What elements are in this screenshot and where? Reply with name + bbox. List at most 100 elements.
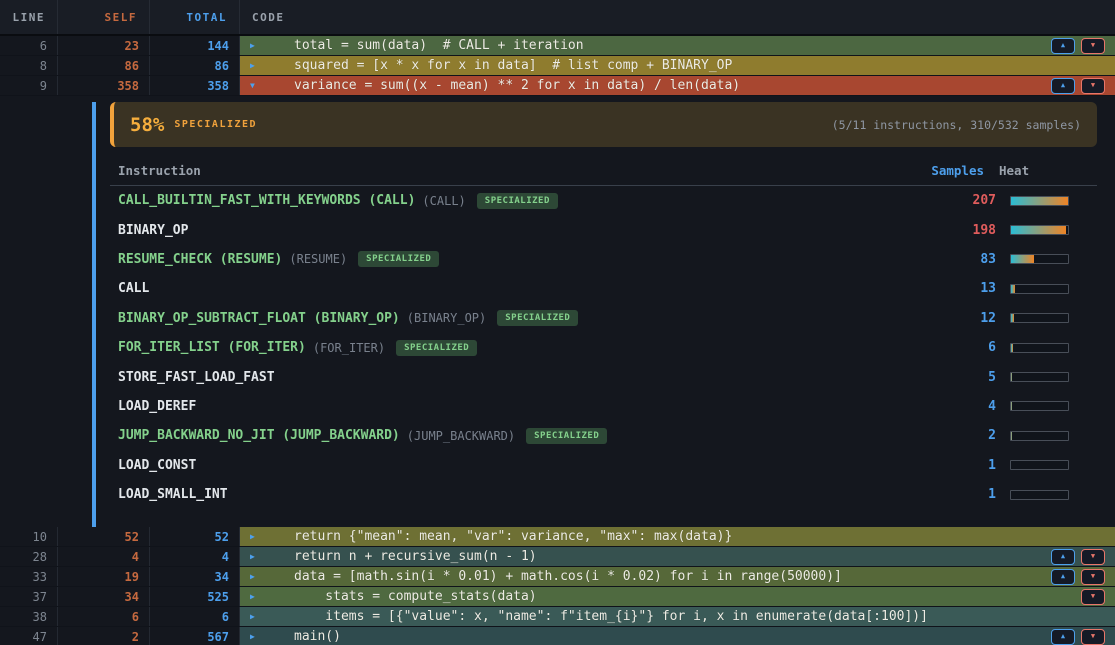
code-line-row: 37 34 525 ▶ stats = compute_stats(data) … (0, 587, 1115, 607)
line-number: 37 (0, 587, 58, 606)
instruction-name: RESUME_CHECK (RESUME) (118, 252, 282, 267)
column-header-total[interactable]: TOTAL (150, 0, 240, 34)
jump-up-button[interactable]: ▲ (1051, 78, 1075, 94)
heat-bar (1010, 372, 1069, 382)
code-cell: ▶ data = [math.sin(i * 0.01) + math.cos(… (240, 567, 1115, 586)
jump-down-button[interactable]: ▼ (1081, 78, 1105, 94)
code-cell: ▶ total = sum(data) # CALL + iteration ▲… (240, 36, 1115, 55)
heat-column-header[interactable]: Heat (998, 163, 1069, 178)
instruction-name: STORE_FAST_LOAD_FAST (118, 370, 275, 385)
jump-down-button[interactable]: ▼ (1081, 569, 1105, 585)
source-code-text: return n + recursive_sum(n - 1) (294, 549, 537, 564)
expand-toggle-icon[interactable]: ▶ (250, 61, 266, 70)
specialized-badge: SPECIALIZED (526, 428, 607, 444)
instruction-sample-count: 83 (926, 252, 996, 267)
instruction-name-group: FOR_ITER_LIST (FOR_ITER) (FOR_ITER) SPEC… (118, 340, 926, 356)
code-line-row: 8 86 86 ▶ squared = [x * x for x in data… (0, 56, 1115, 76)
column-header-line[interactable]: LINE (0, 0, 58, 34)
instruction-name-group: STORE_FAST_LOAD_FAST (118, 370, 926, 385)
instruction-name-group: JUMP_BACKWARD_NO_JIT (JUMP_BACKWARD) (JU… (118, 428, 926, 444)
row-nav-buttons: ▲ ▼ (1051, 38, 1105, 54)
instruction-sample-count: 1 (926, 458, 996, 473)
self-sample-count: 6 (58, 607, 150, 626)
expand-toggle-icon[interactable]: ▶ (250, 572, 266, 581)
instruction-row: LOAD_DEREF 4 (110, 392, 1097, 421)
jump-down-button[interactable]: ▼ (1081, 549, 1105, 565)
expand-toggle-icon[interactable]: ▶ (250, 532, 266, 541)
jump-up-button[interactable]: ▲ (1051, 38, 1075, 54)
expanded-row-indicator-bar (92, 102, 96, 527)
source-code-text: main() (294, 629, 341, 644)
instruction-row: STORE_FAST_LOAD_FAST 5 (110, 362, 1097, 391)
heat-bar (1010, 254, 1069, 264)
total-sample-count: 567 (150, 627, 240, 645)
instruction-sample-count: 5 (926, 370, 996, 385)
specialized-badge: SPECIALIZED (396, 340, 477, 356)
row-nav-buttons: ▲ ▼ (1051, 569, 1105, 585)
jump-up-button[interactable]: ▲ (1051, 569, 1075, 585)
code-cell: ▶ return {"mean": mean, "var": variance,… (240, 527, 1115, 546)
code-cell: ▶ return n + recursive_sum(n - 1) ▲ ▼ (240, 547, 1115, 566)
base-opcode: (RESUME) (289, 252, 347, 266)
profiler-app: LINE SELF TOTAL CODE 6 23 144 ▶ total = … (0, 0, 1115, 645)
code-cell: ▼ variance = sum((x - mean) ** 2 for x i… (240, 76, 1115, 95)
specialized-label: SPECIALIZED (174, 119, 257, 130)
instruction-rows: CALL_BUILTIN_FAST_WITH_KEYWORDS (CALL) (… (110, 186, 1097, 509)
expand-toggle-icon[interactable]: ▶ (250, 592, 266, 601)
jump-down-button[interactable]: ▼ (1081, 589, 1105, 605)
instruction-name: CALL_BUILTIN_FAST_WITH_KEYWORDS (CALL) (118, 193, 415, 208)
self-sample-count: 2 (58, 627, 150, 645)
line-number: 6 (0, 36, 58, 55)
instruction-name: LOAD_CONST (118, 458, 196, 473)
heat-bar-fill (1011, 432, 1012, 440)
line-number: 28 (0, 547, 58, 566)
total-sample-count: 4 (150, 547, 240, 566)
code-line-row: 10 52 52 ▶ return {"mean": mean, "var": … (0, 527, 1115, 547)
expand-toggle-icon[interactable]: ▶ (250, 41, 266, 50)
specialization-banner: 58% SPECIALIZED (5/11 instructions, 310/… (110, 102, 1097, 147)
column-header-self[interactable]: SELF (58, 0, 150, 34)
self-sample-count: 19 (58, 567, 150, 586)
row-nav-buttons: ▲ ▼ (1051, 549, 1105, 565)
jump-down-button[interactable]: ▼ (1081, 38, 1105, 54)
expand-toggle-icon[interactable]: ▶ (250, 612, 266, 621)
code-line-row: 6 23 144 ▶ total = sum(data) # CALL + it… (0, 36, 1115, 56)
specialized-badge: SPECIALIZED (358, 251, 439, 267)
line-number: 33 (0, 567, 58, 586)
instruction-row: FOR_ITER_LIST (FOR_ITER) (FOR_ITER) SPEC… (110, 333, 1097, 362)
instruction-name-group: LOAD_CONST (118, 458, 926, 473)
jump-up-button[interactable]: ▲ (1051, 629, 1075, 645)
specialized-badge: SPECIALIZED (477, 193, 558, 209)
instruction-name: JUMP_BACKWARD_NO_JIT (JUMP_BACKWARD) (118, 428, 400, 443)
line-number: 8 (0, 56, 58, 75)
jump-down-button[interactable]: ▼ (1081, 629, 1105, 645)
line-number: 47 (0, 627, 58, 645)
code-line-row: 28 4 4 ▶ return n + recursive_sum(n - 1)… (0, 547, 1115, 567)
heat-bar-fill (1011, 226, 1066, 234)
self-sample-count: 86 (58, 56, 150, 75)
samples-column-header[interactable]: Samples (914, 163, 984, 178)
instruction-row: JUMP_BACKWARD_NO_JIT (JUMP_BACKWARD) (JU… (110, 421, 1097, 450)
heat-bar-fill (1011, 285, 1015, 293)
heat-bar-fill (1011, 197, 1068, 205)
instruction-row: BINARY_OP 198 (110, 215, 1097, 244)
base-opcode: (CALL) (422, 194, 465, 208)
instruction-row: BINARY_OP_SUBTRACT_FLOAT (BINARY_OP) (BI… (110, 304, 1097, 333)
expand-toggle-icon[interactable]: ▼ (250, 81, 266, 90)
total-sample-count: 6 (150, 607, 240, 626)
total-sample-count: 358 (150, 76, 240, 95)
row-nav-buttons: ▲ ▼ (1051, 78, 1105, 94)
instruction-sample-count: 198 (926, 223, 996, 238)
expand-toggle-icon[interactable]: ▶ (250, 632, 266, 641)
expand-toggle-icon[interactable]: ▶ (250, 552, 266, 561)
code-cell: ▶ stats = compute_stats(data) ▲ ▼ (240, 587, 1115, 606)
code-line-row: 33 19 34 ▶ data = [math.sin(i * 0.01) + … (0, 567, 1115, 587)
self-sample-count: 52 (58, 527, 150, 546)
instruction-sample-count: 4 (926, 399, 996, 414)
instruction-sample-count: 13 (926, 281, 996, 296)
instruction-sample-count: 6 (926, 340, 996, 355)
jump-up-button[interactable]: ▲ (1051, 549, 1075, 565)
heat-bar (1010, 431, 1069, 441)
instruction-table: Instruction Samples Heat CALL_BUILTIN_FA… (110, 147, 1097, 509)
code-rows-bottom: 10 52 52 ▶ return {"mean": mean, "var": … (0, 527, 1115, 645)
